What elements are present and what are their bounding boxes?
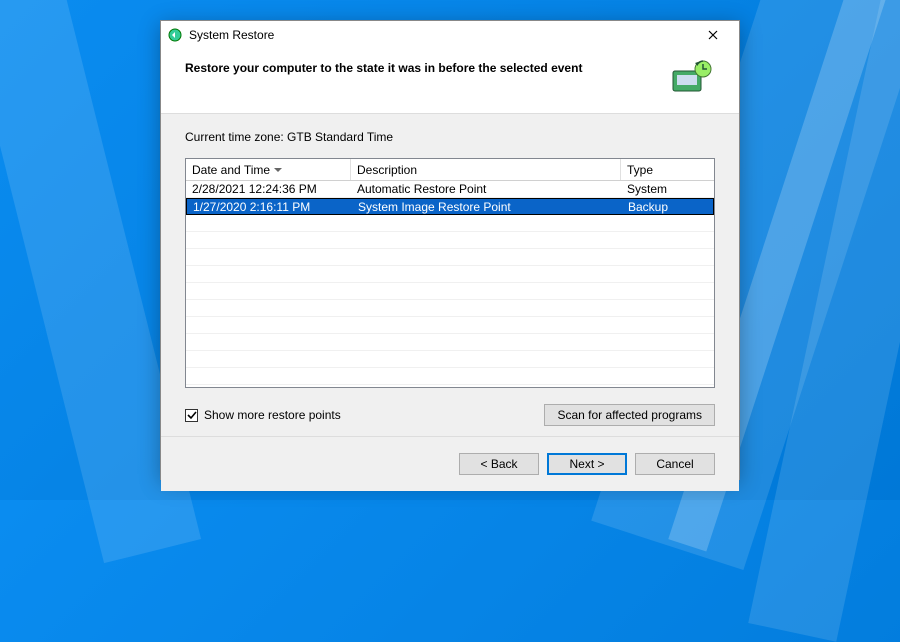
back-button[interactable]: < Back [459,453,539,475]
window-title: System Restore [189,28,693,42]
checkbox-icon [185,409,198,422]
next-button[interactable]: Next > [547,453,627,475]
empty-row [186,283,714,300]
dialog-header: Restore your computer to the state it wa… [161,49,739,114]
show-more-label: Show more restore points [204,408,341,422]
column-header-type[interactable]: Type [621,159,714,180]
timezone-label: Current time zone: GTB Standard Time [185,130,715,144]
dialog-body: Current time zone: GTB Standard Time Dat… [161,114,739,436]
restore-points-table: Date and Time Description Type 2/28/2021… [185,158,715,388]
system-restore-icon [167,27,183,43]
cell-type: Backup [622,199,713,215]
table-row[interactable]: 2/28/2021 12:24:36 PMAutomatic Restore P… [186,181,714,198]
restore-icon [667,59,715,99]
empty-row [186,351,714,368]
table-row[interactable]: 1/27/2020 2:16:11 PMSystem Image Restore… [186,198,714,215]
empty-row [186,317,714,334]
empty-row [186,249,714,266]
column-header-date[interactable]: Date and Time [186,159,351,180]
cell-date: 2/28/2021 12:24:36 PM [186,181,351,197]
empty-row [186,266,714,283]
column-header-description[interactable]: Description [351,159,621,180]
empty-row [186,300,714,317]
cancel-button[interactable]: Cancel [635,453,715,475]
table-body: 2/28/2021 12:24:36 PMAutomatic Restore P… [186,181,714,385]
dialog-footer: < Back Next > Cancel [161,436,739,491]
table-header: Date and Time Description Type [186,159,714,181]
empty-row [186,232,714,249]
cell-date: 1/27/2020 2:16:11 PM [187,199,352,215]
close-button[interactable] [693,21,733,49]
empty-row [186,215,714,232]
table-footer-row: Show more restore points Scan for affect… [185,404,715,426]
empty-row [186,334,714,351]
cell-description: Automatic Restore Point [351,181,621,197]
cell-description: System Image Restore Point [352,199,622,215]
titlebar: System Restore [161,21,739,49]
header-heading: Restore your computer to the state it wa… [185,59,667,75]
empty-row [186,368,714,385]
system-restore-dialog: System Restore Restore your computer to … [160,20,740,480]
scan-affected-button[interactable]: Scan for affected programs [544,404,715,426]
show-more-checkbox[interactable]: Show more restore points [185,408,341,422]
cell-type: System [621,181,714,197]
